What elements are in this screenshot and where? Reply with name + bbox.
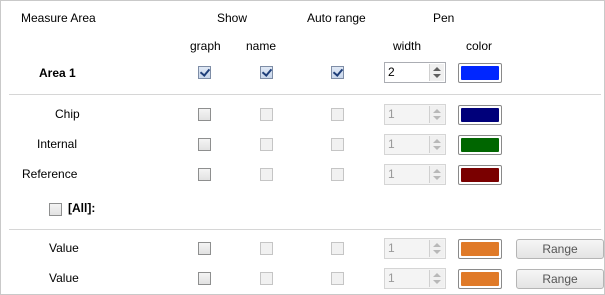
all-checkbox[interactable] [49, 203, 62, 216]
reference-width-value: 1 [388, 167, 395, 181]
chip-graph-checkbox[interactable] [198, 108, 211, 121]
separator [9, 94, 601, 95]
value1-name-checkbox[interactable] [260, 242, 273, 255]
separator [9, 229, 601, 230]
value1-width-spinner[interactable]: 1 [384, 238, 446, 259]
area1-width-spinner[interactable]: 2 [384, 62, 446, 83]
chip-name-checkbox[interactable] [260, 108, 273, 121]
spin-down-icon[interactable] [433, 176, 441, 180]
header-pen: Pen [433, 11, 455, 25]
spin-down-icon[interactable] [433, 74, 441, 78]
all-label: [All]: [68, 201, 96, 215]
spinner-buttons[interactable] [429, 240, 444, 257]
header-graph: graph [190, 39, 221, 53]
header-width: width [393, 39, 422, 53]
color-fill [461, 272, 499, 286]
spin-down-icon[interactable] [433, 116, 441, 120]
spin-down-icon[interactable] [433, 146, 441, 150]
reference-auto-range-checkbox[interactable] [331, 168, 344, 181]
spin-up-icon[interactable] [433, 273, 441, 277]
internal-color-swatch[interactable] [458, 135, 502, 155]
color-fill [461, 168, 499, 182]
spin-down-icon[interactable] [433, 280, 441, 284]
value1-auto-range-checkbox[interactable] [331, 242, 344, 255]
value1-color-swatch[interactable] [458, 239, 502, 259]
chip-width-value: 1 [388, 107, 395, 121]
value2-auto-range-checkbox[interactable] [331, 272, 344, 285]
value2-color-swatch[interactable] [458, 269, 502, 289]
area1-width-value: 2 [388, 65, 395, 79]
color-fill [461, 66, 499, 80]
header-show: Show [217, 11, 248, 25]
header-measure-area: Measure Area [21, 11, 96, 25]
internal-label: Internal [37, 137, 78, 151]
value1-width-value: 1 [388, 241, 395, 255]
spin-down-icon[interactable] [433, 250, 441, 254]
value2-name-checkbox[interactable] [260, 272, 273, 285]
value1-graph-checkbox[interactable] [198, 242, 211, 255]
color-fill [461, 108, 499, 122]
spin-up-icon[interactable] [433, 67, 441, 71]
spin-up-icon[interactable] [433, 243, 441, 247]
reference-label: Reference [22, 167, 78, 181]
area1-auto-range-checkbox[interactable] [331, 66, 344, 79]
color-fill [461, 138, 499, 152]
header-auto-range: Auto range [307, 11, 366, 25]
reference-graph-checkbox[interactable] [198, 168, 211, 181]
chip-label: Chip [55, 107, 80, 121]
internal-graph-checkbox[interactable] [198, 138, 211, 151]
internal-width-spinner[interactable]: 1 [384, 134, 446, 155]
spin-up-icon[interactable] [433, 139, 441, 143]
measure-area-panel: Measure Area Show Auto range Pen graph n… [0, 0, 605, 295]
value2-graph-checkbox[interactable] [198, 272, 211, 285]
internal-width-value: 1 [388, 137, 395, 151]
value2-width-spinner[interactable]: 1 [384, 268, 446, 289]
value1-range-button[interactable]: Range [516, 239, 604, 259]
header-color: color [466, 39, 493, 53]
spinner-buttons[interactable] [429, 106, 444, 123]
spinner-buttons[interactable] [429, 166, 444, 183]
spinner-buttons[interactable] [429, 270, 444, 287]
area1-label: Area 1 [39, 66, 76, 80]
area1-graph-checkbox[interactable] [198, 66, 211, 79]
reference-width-spinner[interactable]: 1 [384, 164, 446, 185]
value2-width-value: 1 [388, 271, 395, 285]
color-fill [461, 242, 499, 256]
chip-color-swatch[interactable] [458, 105, 502, 125]
value2-range-button[interactable]: Range [516, 269, 604, 289]
chip-auto-range-checkbox[interactable] [331, 108, 344, 121]
spinner-buttons[interactable] [429, 64, 444, 81]
internal-name-checkbox[interactable] [260, 138, 273, 151]
value1-label: Value [49, 241, 79, 255]
internal-auto-range-checkbox[interactable] [331, 138, 344, 151]
chip-width-spinner[interactable]: 1 [384, 104, 446, 125]
reference-name-checkbox[interactable] [260, 168, 273, 181]
spinner-buttons[interactable] [429, 136, 444, 153]
reference-color-swatch[interactable] [458, 165, 502, 185]
spin-up-icon[interactable] [433, 169, 441, 173]
spin-up-icon[interactable] [433, 109, 441, 113]
area1-name-checkbox[interactable] [260, 66, 273, 79]
area1-color-swatch[interactable] [458, 63, 502, 83]
header-name: name [246, 39, 277, 53]
value2-label: Value [49, 271, 79, 285]
